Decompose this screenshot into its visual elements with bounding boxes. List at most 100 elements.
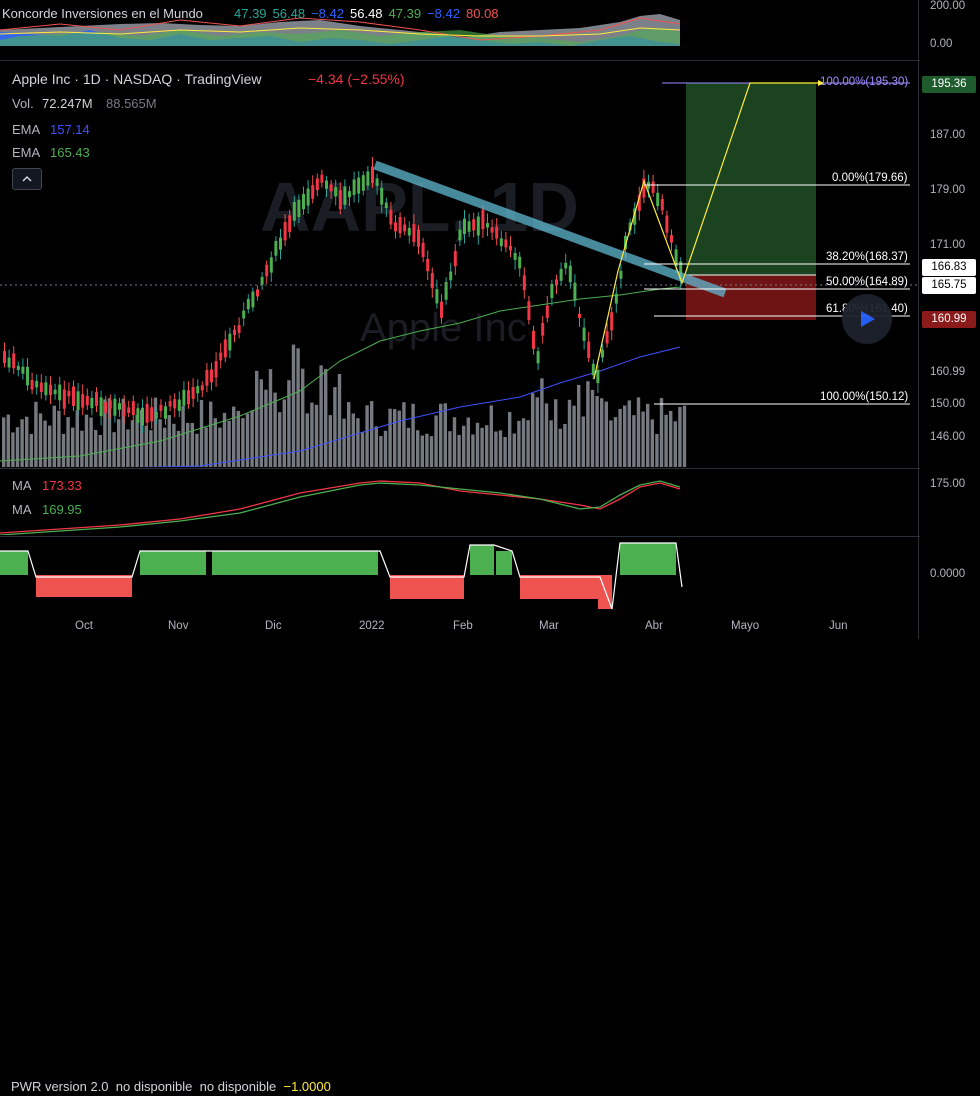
fib-label-100-top: 100.00%(195.30) (820, 76, 909, 88)
volume-bar (15, 427, 20, 467)
koncorde-axis-label-top: 200.00 (930, 0, 966, 12)
candle (463, 218, 466, 234)
ma1-label[interactable]: MA (12, 478, 32, 493)
candle (578, 313, 581, 319)
candle (467, 221, 471, 232)
volume-bar (494, 431, 498, 467)
candle (154, 412, 158, 419)
pwr-value: −1.0000 (283, 1079, 331, 1094)
candle (242, 310, 246, 319)
candle (481, 209, 485, 230)
price-pane[interactable]: AAPL, 1D Apple Inc Apple Inc · 1D · NASD… (0, 61, 980, 467)
candle (90, 397, 94, 409)
ma-pane[interactable]: MA 173.33 MA 169.95 175.00 (0, 469, 980, 535)
fib-label-50: 50.00%(164.89) (826, 276, 908, 288)
candle (302, 193, 305, 210)
volume-bar (411, 403, 415, 467)
volume-bar (655, 434, 659, 467)
candle (430, 273, 434, 289)
ma2-label[interactable]: MA (12, 502, 32, 517)
volume-bar (650, 419, 654, 467)
volume-bar (273, 392, 277, 467)
candle (670, 235, 673, 243)
volume-bar (535, 397, 539, 467)
pwr-axis-label: 0.0000 (930, 568, 966, 580)
volume-bar (158, 419, 162, 467)
time-axis-label: Mayo (731, 620, 760, 632)
ma2-value: 169.95 (42, 502, 82, 517)
pwr-plot[interactable] (0, 537, 918, 613)
volume-bar (572, 405, 576, 467)
symbol-title[interactable]: Apple Inc · 1D · NASDAQ · TradingView (12, 71, 262, 87)
volume-bar (232, 406, 236, 467)
candle (440, 301, 443, 318)
price-axis-label: 179.00 (930, 184, 966, 196)
volume-bar (324, 368, 328, 467)
candle (72, 386, 75, 406)
time-axis-label: Abr (645, 620, 663, 632)
candle (39, 382, 43, 392)
pwr-legend[interactable]: PWR version 2.0 no disponible no disponi… (5, 1077, 337, 1096)
volume-bar (57, 410, 61, 467)
candle (219, 352, 223, 361)
koncorde-title[interactable]: Koncorde Inversiones en el Mundo (2, 6, 203, 21)
ma-plot[interactable] (0, 469, 918, 535)
volume-bar (600, 398, 604, 467)
volume-bar (540, 378, 544, 467)
price-plot[interactable]: AAPL, 1D Apple Inc (0, 61, 918, 467)
candle (145, 404, 149, 423)
candle (591, 363, 595, 376)
ema1-label[interactable]: EMA (12, 122, 40, 137)
collapse-legend-button[interactable] (12, 168, 42, 190)
candle (200, 385, 204, 391)
candle (394, 222, 397, 232)
candle (233, 329, 236, 336)
candle (3, 351, 6, 363)
candle (205, 370, 209, 386)
volume-bar (577, 384, 581, 467)
candle (81, 394, 85, 408)
volume-bar (126, 429, 130, 467)
volume-bar (259, 379, 263, 467)
volume-bar (61, 433, 66, 467)
volume-bar (287, 380, 291, 467)
volume-bar (531, 393, 535, 467)
candle (582, 327, 586, 341)
watermark-name: Apple Inc (360, 306, 527, 350)
candle (131, 401, 135, 416)
volume-bar (613, 417, 618, 467)
candle (541, 322, 545, 336)
candle (619, 270, 623, 279)
stop-price-tag: 160.99 (922, 311, 976, 328)
volume-bar (291, 344, 296, 467)
volume-bar (623, 405, 627, 467)
ma-169-line[interactable] (0, 480, 681, 535)
candle (99, 397, 103, 417)
volume-bar (526, 420, 530, 467)
volume-bar (462, 425, 466, 467)
volume-bar (75, 410, 79, 467)
candle (136, 408, 140, 423)
fib-label-38: 38.20%(168.37) (826, 251, 908, 263)
candle (343, 186, 347, 205)
volume-value-1: 72.247M (42, 96, 93, 111)
time-axis-label: Nov (168, 620, 189, 632)
candle (95, 392, 98, 406)
ema2-label[interactable]: EMA (12, 145, 40, 160)
candle (564, 262, 568, 269)
long-position-profit-zone[interactable] (686, 83, 816, 275)
candle (435, 289, 439, 304)
volume-label[interactable]: Vol. (12, 96, 34, 111)
volume-bar (678, 407, 682, 467)
candle (504, 239, 508, 248)
candle (315, 178, 319, 190)
candle (196, 386, 200, 394)
play-button[interactable] (842, 294, 892, 344)
volume-bar (278, 412, 282, 467)
candle (348, 191, 351, 198)
volume-bar (11, 432, 15, 467)
candle (108, 400, 112, 409)
pwr-na-2: no disponible (199, 1079, 277, 1094)
time-axis-label: Jun (829, 620, 848, 632)
pwr-pane[interactable]: PWR version 2.0 no disponible no disponi… (0, 537, 980, 1096)
